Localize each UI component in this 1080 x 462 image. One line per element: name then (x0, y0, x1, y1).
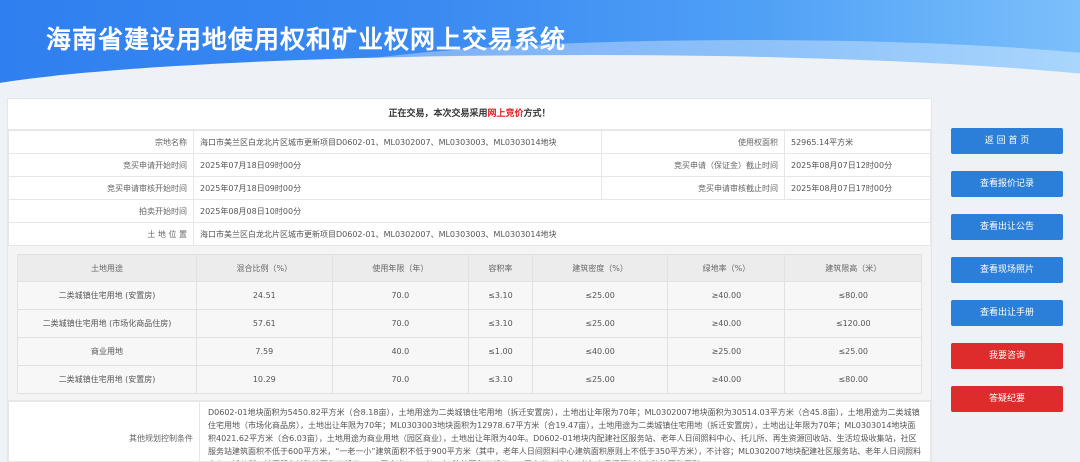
review-start-value: 2025年07月18日09时00分 (194, 177, 602, 200)
location-value: 海口市美兰区白龙北片区城市更新项目D0602-01、ML0302007、ML03… (194, 223, 931, 246)
apply-start-label: 竞买申请开始时间 (9, 154, 194, 177)
conditions-text: D0602-01地块面积为5450.82平方米（合8.18亩），土地用途为二类城… (200, 402, 931, 462)
consult-button[interactable]: 我要咨询 (951, 343, 1063, 369)
review-start-label: 竞买申请审核开始时间 (9, 177, 194, 200)
view-announcement-button[interactable]: 查看出让公告 (951, 214, 1063, 240)
cell-land-use: 二类城镇住宅用地 (安置房) (18, 366, 197, 394)
cell-mix-ratio: 24.51 (197, 282, 333, 310)
land-use-table: 土地用途 混合比例（%） 使用年限（年） 容积率 建筑密度（%） 绿地率（%） … (17, 254, 922, 394)
land-use-section: 土地用途 混合比例（%） 使用年限（年） 容积率 建筑密度（%） 绿地率（%） … (8, 246, 931, 401)
cell-term: 70.0 (332, 366, 469, 394)
cell-height-limit: ≤25.00 (785, 338, 922, 366)
header-banner: 海南省建设用地使用权和矿业权网上交易系统 (0, 0, 1080, 95)
cell-land-use: 二类城镇住宅用地 (市场化商品住房) (18, 310, 197, 338)
cell-mix-ratio: 57.61 (197, 310, 333, 338)
parcel-info-table: 宗地名称 海口市美兰区白龙北片区城市更新项目D0602-01、ML0302007… (8, 130, 931, 246)
back-home-button[interactable]: 返 回 首 页 (951, 128, 1063, 154)
cell-far: ≤3.10 (469, 282, 533, 310)
cell-term: 70.0 (332, 282, 469, 310)
qa-summary-button[interactable]: 答疑纪要 (951, 386, 1063, 412)
cell-height-limit: ≤80.00 (785, 282, 922, 310)
table-row: 商业用地 7.59 40.0 ≤1.00 ≤40.00 ≥25.00 ≤25.0… (18, 338, 922, 366)
conditions-row: 其他规划控制条件 D0602-01地块面积为5450.82平方米（合8.18亩）… (9, 402, 931, 462)
header-mix-ratio: 混合比例（%） (197, 255, 333, 282)
info-row: 土 地 位 置 海口市美兰区白龙北片区城市更新项目D0602-01、ML0302… (9, 223, 931, 246)
view-manual-button[interactable]: 查看出让手册 (951, 300, 1063, 326)
review-end-label: 竞买申请审核截止时间 (602, 177, 785, 200)
header-height-limit: 建筑限高（米） (785, 255, 922, 282)
cell-green-ratio: ≥25.00 (668, 338, 785, 366)
cell-land-use: 二类城镇住宅用地 (安置房) (18, 282, 197, 310)
cell-mix-ratio: 7.59 (197, 338, 333, 366)
info-row: 拍卖开始时间 2025年08月08日10时00分 (9, 200, 931, 223)
planning-conditions-table: 其他规划控制条件 D0602-01地块面积为5450.82平方米（合8.18亩）… (8, 401, 931, 462)
cell-green-ratio: ≥40.00 (668, 310, 785, 338)
cell-land-use: 商业用地 (18, 338, 197, 366)
cell-mix-ratio: 10.29 (197, 366, 333, 394)
info-row: 竞买申请开始时间 2025年07月18日09时00分 竞买申请（保证金）截止时间… (9, 154, 931, 177)
land-table-header: 土地用途 混合比例（%） 使用年限（年） 容积率 建筑密度（%） 绿地率（%） … (18, 255, 922, 282)
cell-term: 70.0 (332, 310, 469, 338)
cell-density: ≤25.00 (532, 310, 668, 338)
header-land-use: 土地用途 (18, 255, 197, 282)
cell-density: ≤40.00 (532, 338, 668, 366)
notice-prefix: 正在交易，本次交易采用 (388, 109, 487, 119)
cell-green-ratio: ≥40.00 (668, 282, 785, 310)
parcel-name-label: 宗地名称 (9, 131, 194, 154)
apply-end-value: 2025年08月07日12时00分 (785, 154, 931, 177)
auction-start-value: 2025年08月08日10时00分 (194, 200, 931, 223)
info-row: 宗地名称 海口市美兰区白龙北片区城市更新项目D0602-01、ML0302007… (9, 131, 931, 154)
header-term: 使用年限（年） (332, 255, 469, 282)
trade-notice: 正在交易，本次交易采用网上竞价方式！ (8, 99, 931, 130)
parcel-detail-panel: 正在交易，本次交易采用网上竞价方式！ 宗地名称 海口市美兰区白龙北片区城市更新项… (7, 98, 932, 462)
cell-far: ≤3.10 (469, 366, 533, 394)
header-far: 容积率 (469, 255, 533, 282)
cell-term: 40.0 (332, 338, 469, 366)
cell-green-ratio: ≥40.00 (668, 366, 785, 394)
table-row: 二类城镇住宅用地 (安置房) 24.51 70.0 ≤3.10 ≤25.00 ≥… (18, 282, 922, 310)
header-density: 建筑密度（%） (532, 255, 668, 282)
apply-start-value: 2025年07月18日09时00分 (194, 154, 602, 177)
info-row: 竞买申请审核开始时间 2025年07月18日09时00分 竞买申请审核截止时间 … (9, 177, 931, 200)
header-green-ratio: 绿地率（%） (668, 255, 785, 282)
area-label: 使用权面积 (602, 131, 785, 154)
notice-highlight: 网上竞价 (487, 109, 523, 119)
parcel-name-value: 海口市美兰区白龙北片区城市更新项目D0602-01、ML0302007、ML03… (194, 131, 602, 154)
table-row: 二类城镇住宅用地 (安置房) 10.29 70.0 ≤3.10 ≤25.00 ≥… (18, 366, 922, 394)
review-end-value: 2025年08月07日17时00分 (785, 177, 931, 200)
cell-height-limit: ≤120.00 (785, 310, 922, 338)
view-bid-records-button[interactable]: 查看报价记录 (951, 171, 1063, 197)
view-site-photos-button[interactable]: 查看现场照片 (951, 257, 1063, 283)
page-title: 海南省建设用地使用权和矿业权网上交易系统 (46, 20, 566, 56)
cell-density: ≤25.00 (532, 366, 668, 394)
cell-far: ≤3.10 (469, 310, 533, 338)
cell-density: ≤25.00 (532, 282, 668, 310)
apply-end-label: 竞买申请（保证金）截止时间 (602, 154, 785, 177)
cell-far: ≤1.00 (469, 338, 533, 366)
location-label: 土 地 位 置 (9, 223, 194, 246)
notice-suffix: 方式！ (524, 109, 551, 119)
auction-start-label: 拍卖开始时间 (9, 200, 194, 223)
table-row: 二类城镇住宅用地 (市场化商品住房) 57.61 70.0 ≤3.10 ≤25.… (18, 310, 922, 338)
conditions-label: 其他规划控制条件 (9, 402, 200, 462)
cell-height-limit: ≤80.00 (785, 366, 922, 394)
area-value: 52965.14平方米 (785, 131, 931, 154)
